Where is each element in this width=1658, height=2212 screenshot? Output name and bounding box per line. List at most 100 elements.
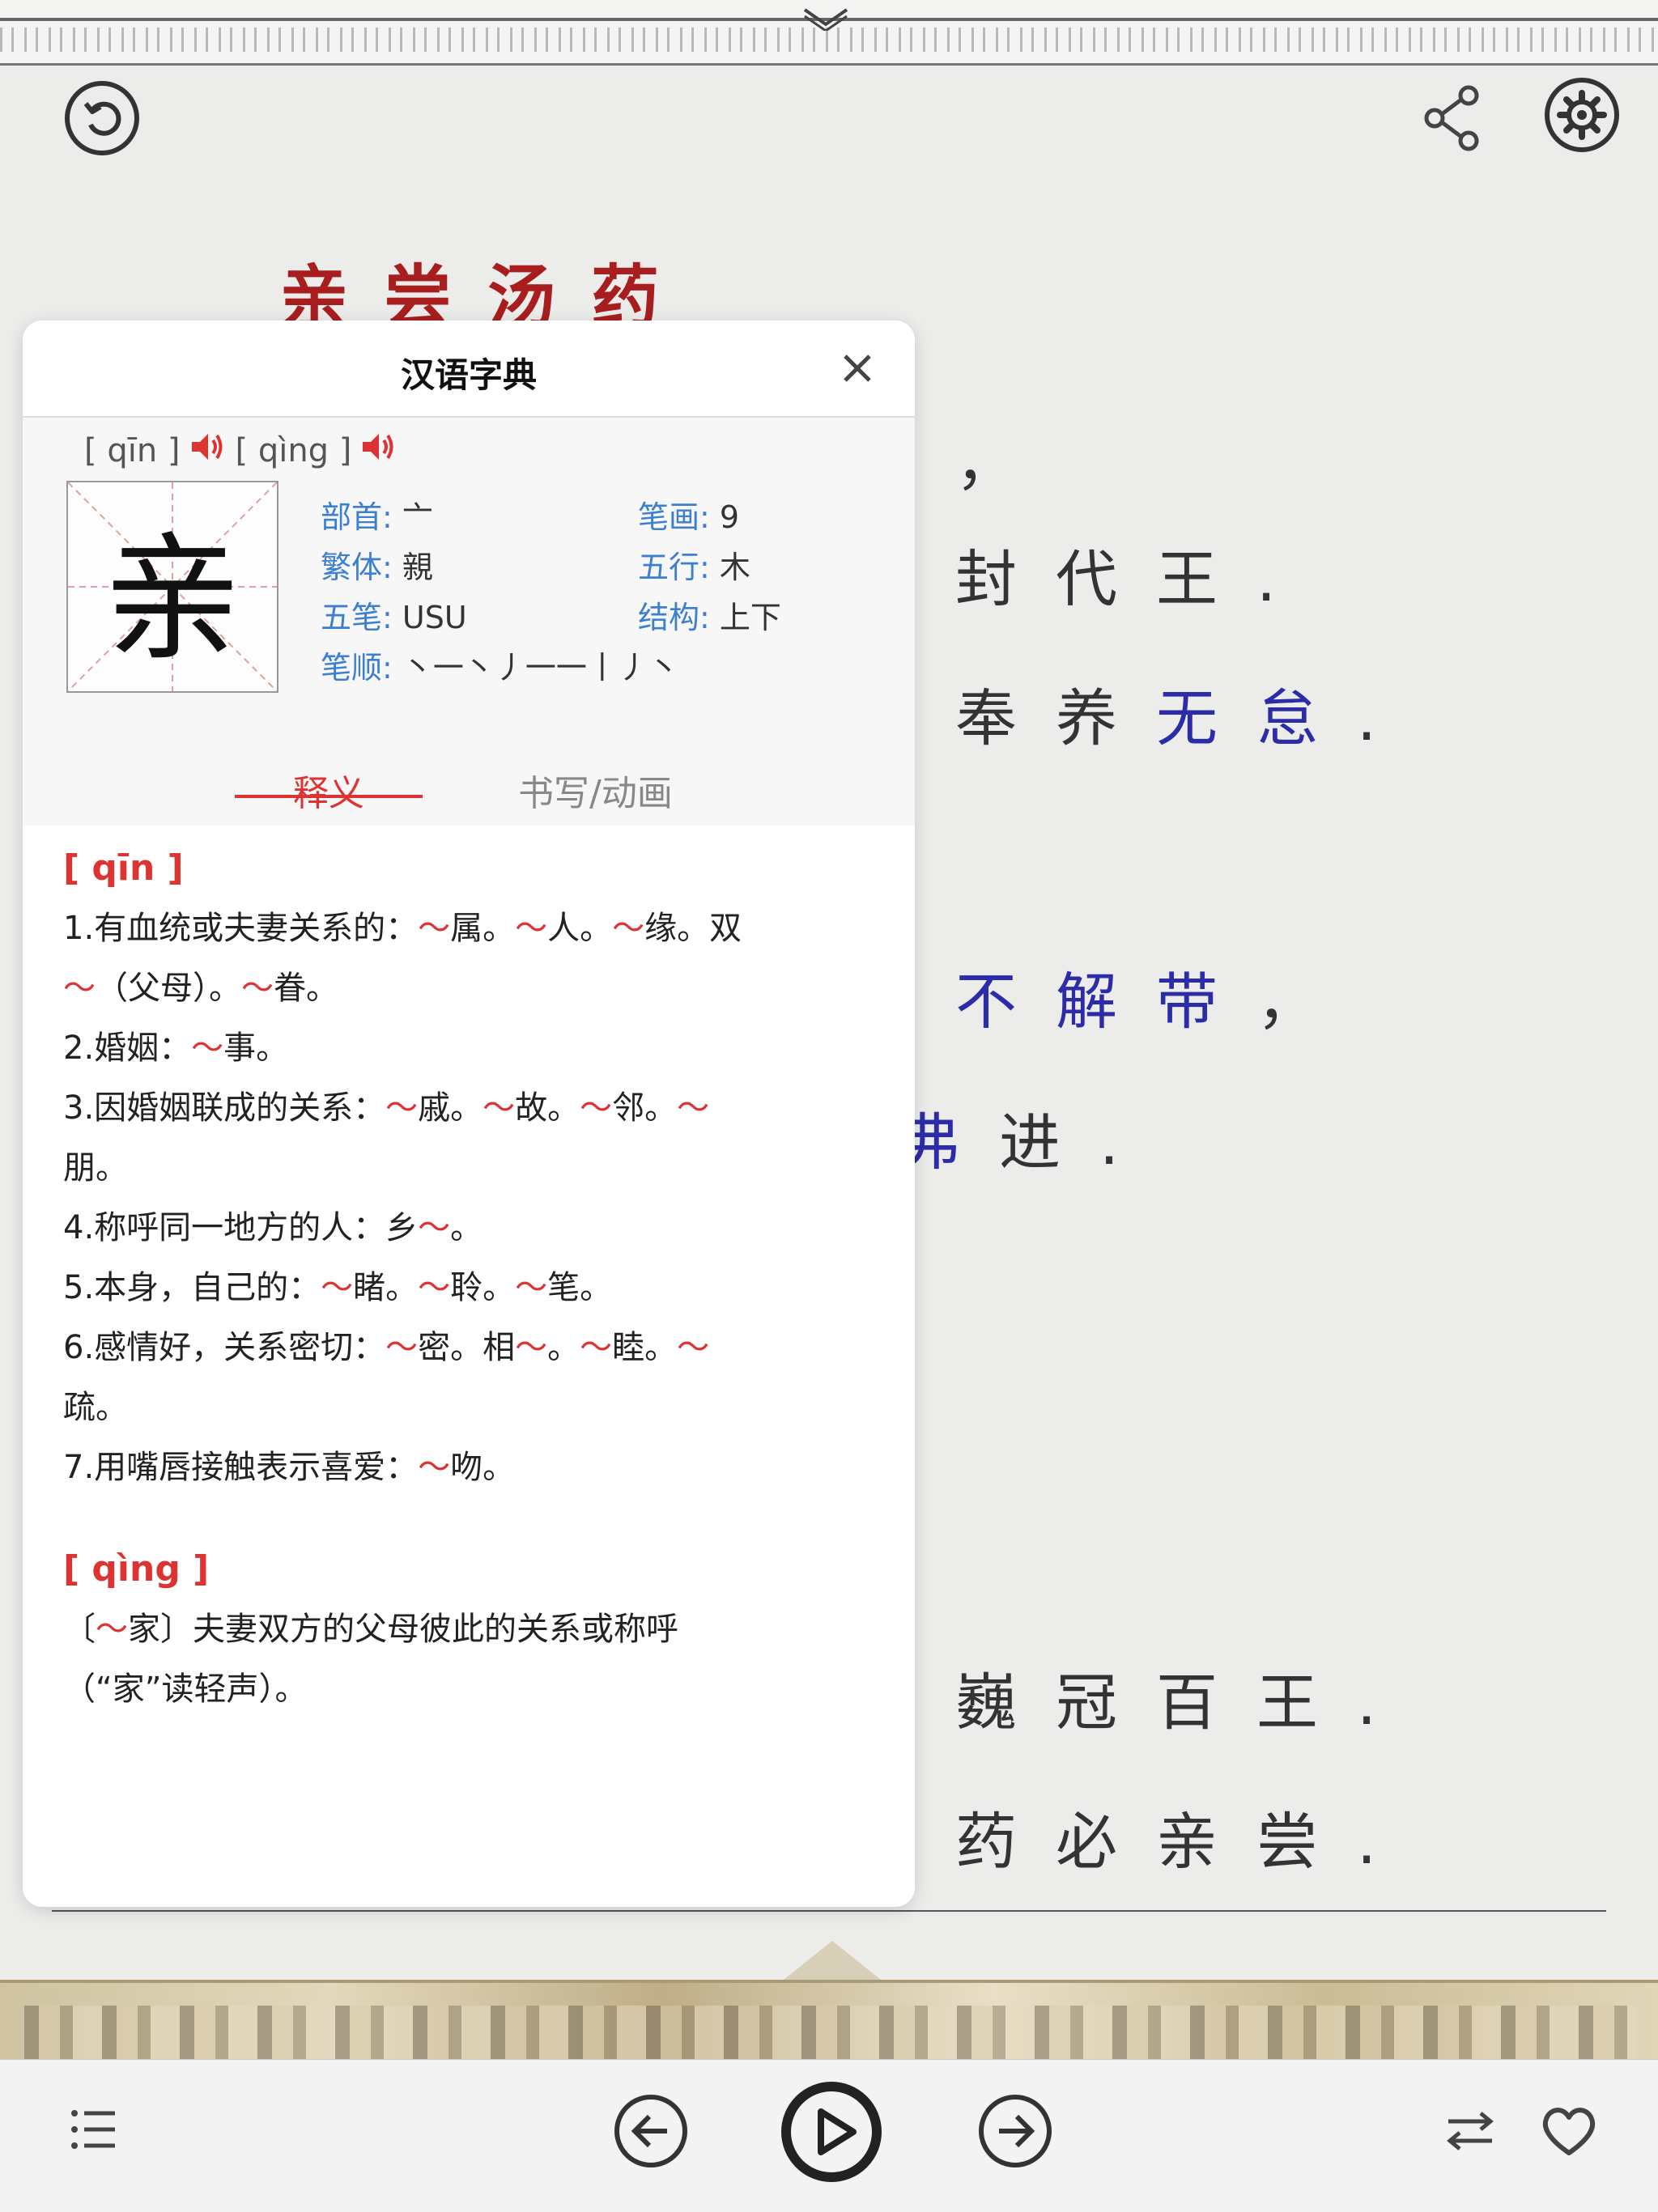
field-value: 上下 — [719, 600, 781, 635]
tilde-mark: ～ — [515, 910, 548, 947]
field-label: 部首: — [321, 499, 393, 535]
settings-button[interactable] — [1545, 78, 1619, 152]
poem-line-highlight[interactable]: 无怠 — [1156, 682, 1357, 754]
definition-text: 3.因婚姻联成的关系： — [63, 1089, 386, 1127]
character-info-panel: [ qīn ] [ qìng ] 亲 部首: 亠 笔画: 9 繁体: 親 五行:… — [23, 418, 915, 826]
gear-icon — [1557, 90, 1607, 140]
definition-text: （父母）。 — [96, 970, 241, 1007]
definition-line: 1.有血统或夫妻关系的：～属。～人。～缘。双 — [63, 898, 840, 958]
dictionary-popup: 汉语字典 [ qīn ] [ qìng ] 亲 部首: 亠 笔画: 9 繁体: … — [23, 321, 915, 1907]
tilde-mark: ～ — [580, 1329, 613, 1366]
dictionary-header: 汉语字典 — [23, 321, 915, 418]
strokes-field: 笔画: 9 — [638, 492, 739, 537]
definition-text: 6.感情好，关系密切： — [63, 1329, 386, 1366]
definition-line: 5.本身，自己的：～睹。～聆。～笔。 — [63, 1258, 840, 1318]
share-icon — [1424, 85, 1479, 151]
close-icon[interactable] — [839, 350, 876, 387]
tilde-mark: ～ — [677, 1089, 710, 1127]
tilde-mark: ～ — [96, 1611, 128, 1648]
back-button[interactable] — [65, 81, 139, 155]
definition-text: 〔 — [63, 1611, 96, 1648]
poem-line-2: 奉养无怠. — [955, 669, 1415, 758]
poem-line-end: ， — [1256, 966, 1357, 1038]
tilde-mark: ～ — [418, 1449, 451, 1486]
stroke-order-field: 笔顺: 丶一丶丿一一丨丿丶 — [321, 643, 679, 687]
poem-comma: ， — [955, 427, 1056, 499]
structure-field: 结构: 上下 — [638, 592, 781, 637]
wubi-field: 五笔: USU — [321, 592, 467, 637]
tilde-mark: ～ — [191, 1030, 224, 1067]
definition-line: 7.用嘴唇接触表示喜爱：～吻。 — [63, 1437, 840, 1497]
play-icon — [781, 2082, 882, 2182]
definition-text: 。 — [450, 1209, 483, 1246]
tilde-mark: ～ — [515, 1269, 548, 1306]
poem-line-text: 封代王. — [955, 543, 1316, 615]
tilde-mark: ～ — [385, 1089, 419, 1127]
tilde-mark: ～ — [385, 1329, 419, 1366]
definition-text: 戚。 — [418, 1089, 483, 1127]
shuffle-button[interactable] — [1441, 2102, 1499, 2160]
poem-line-highlight[interactable]: 不解带 — [955, 966, 1256, 1038]
definition-text: 家〕夫妻双方的父母彼此的关系或称呼 — [128, 1611, 678, 1648]
definition-text: 2.婚姻： — [63, 1030, 192, 1067]
definition-text: 人。 — [547, 910, 613, 947]
traditional-field: 繁体: 親 — [321, 542, 433, 587]
tilde-mark: ～ — [612, 910, 645, 947]
band-pattern — [0, 28, 1658, 52]
list-button[interactable] — [65, 2100, 123, 2159]
speaker-icon[interactable] — [359, 431, 395, 471]
definition-text: 聆。 — [450, 1269, 516, 1306]
tab-writing-animation[interactable]: 书写/动画 — [518, 764, 673, 816]
wuxing-field: 五行: 木 — [638, 542, 750, 587]
poem-line-text: 药必亲尝. — [955, 1806, 1416, 1878]
definition-text: 朋。 — [63, 1149, 128, 1187]
tilde-mark: ～ — [677, 1329, 710, 1366]
definition-text: 5.本身，自己的： — [63, 1269, 321, 1306]
page-divider — [52, 1910, 1606, 1912]
share-button[interactable] — [1415, 81, 1490, 155]
definition-text: 4.称呼同一地方的人：乡 — [63, 1209, 419, 1246]
field-label: 笔顺: — [321, 650, 393, 686]
definition-line: ～（父母）。～眷。 — [63, 958, 840, 1018]
dictionary-tabs: 释义 书写/动画 — [23, 749, 915, 826]
tilde-mark: ～ — [418, 910, 451, 947]
dictionary-title: 汉语字典 — [400, 355, 537, 395]
field-value: 親 — [402, 550, 433, 585]
field-label: 五行: — [638, 550, 710, 585]
definition-content: [ qīn ] 1.有血统或夫妻关系的：～属。～人。～缘。双 ～（父母）。～眷。 2.… — [63, 839, 840, 1719]
scroll-up-tab[interactable] — [784, 1941, 881, 1980]
definition-text: 。 — [547, 1329, 580, 1366]
field-label: 结构: — [638, 600, 710, 635]
tilde-mark: ～ — [321, 1269, 354, 1306]
definition-text: 属。 — [450, 910, 516, 947]
play-button[interactable] — [780, 2081, 882, 2183]
poem-line-end: 进. — [999, 1106, 1158, 1178]
back-arrow-icon — [83, 101, 121, 136]
pinyin-qing: [ qìng ] — [235, 432, 352, 469]
speaker-icon[interactable] — [189, 431, 224, 471]
illustration-scroll[interactable] — [0, 1980, 1658, 2061]
active-tab-indicator — [235, 795, 423, 798]
pronunciation-row: [ qīn ] [ qìng ] — [84, 431, 406, 471]
definition-text: 7.用嘴唇接触表示喜爱： — [63, 1449, 419, 1486]
heart-icon — [1542, 2108, 1596, 2155]
top-decorative-band — [0, 0, 1658, 66]
tab-meaning[interactable]: 释义 — [235, 764, 423, 816]
pinyin-qin: [ qīn ] — [84, 432, 181, 469]
definition-line: 疏。 — [63, 1378, 840, 1437]
definition-line: （“家”读轻声）。 — [63, 1659, 840, 1719]
collapse-chevron-icon[interactable] — [801, 6, 850, 31]
radical-field: 部首: 亠 — [321, 492, 433, 537]
poem-line-6: 药必亲尝. — [955, 1792, 1415, 1881]
poem-line-text: 奉养 — [955, 682, 1156, 754]
field-value: USU — [402, 600, 467, 635]
definition-text: 密。相 — [418, 1329, 516, 1366]
definition-text: 邻。 — [612, 1089, 678, 1127]
tilde-mark: ～ — [580, 1089, 613, 1127]
next-button[interactable] — [976, 2092, 1054, 2170]
favorite-button[interactable] — [1537, 2100, 1601, 2162]
arrow-left-icon — [614, 2095, 687, 2167]
poem-line-1: 封代王. — [955, 529, 1315, 618]
definition-text: 眷。 — [274, 970, 338, 1007]
previous-button[interactable] — [612, 2092, 690, 2170]
